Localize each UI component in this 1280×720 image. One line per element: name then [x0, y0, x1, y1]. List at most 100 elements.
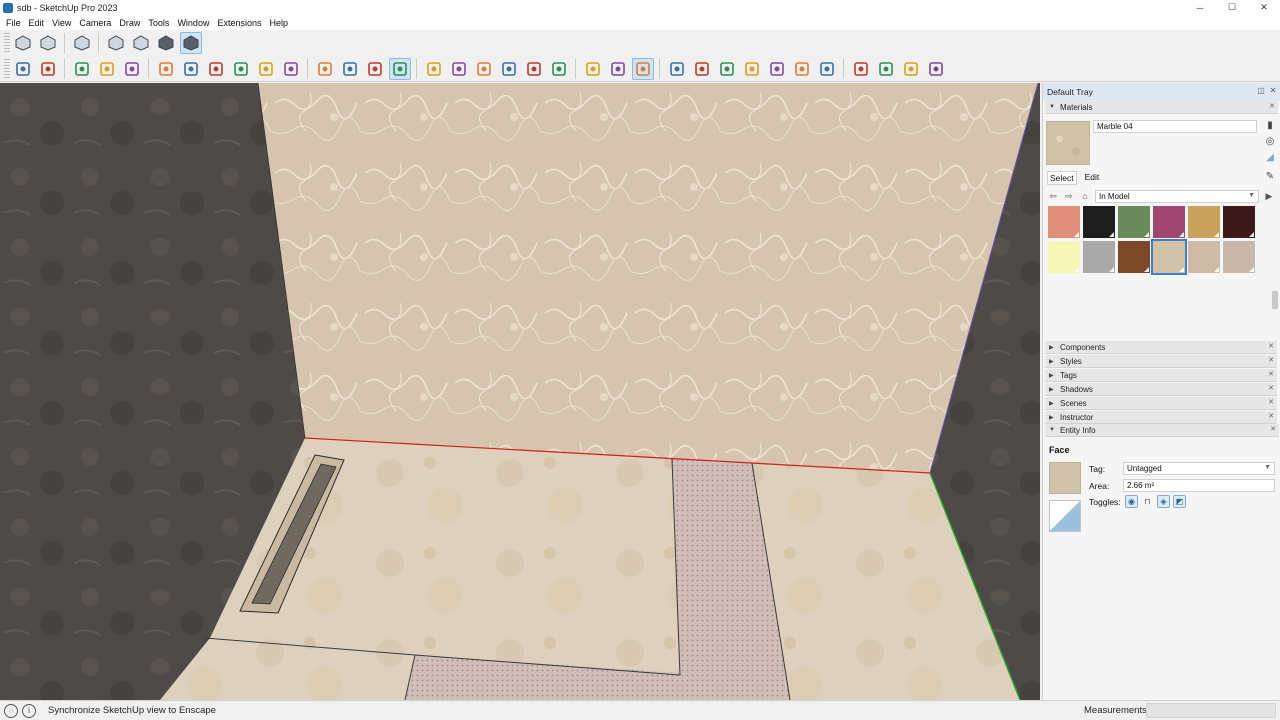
xray-style-icon[interactable]	[105, 32, 127, 54]
pencil-line-icon[interactable]	[96, 58, 118, 80]
create-material-icon[interactable]: ◎	[1264, 136, 1276, 148]
material-swatch[interactable]	[1151, 239, 1187, 275]
material-swatch[interactable]	[1048, 241, 1080, 273]
panel-close-icon[interactable]: ✕	[1270, 425, 1276, 433]
paint-bucket-icon[interactable]	[180, 58, 202, 80]
report-icon[interactable]	[741, 58, 763, 80]
cloud-icon[interactable]	[791, 58, 813, 80]
details-arrow-icon[interactable]: ▶	[1263, 191, 1275, 202]
panel-close-icon[interactable]: ✕	[1268, 356, 1274, 364]
menu-help[interactable]: Help	[265, 18, 292, 28]
library-select[interactable]: In Model ▼	[1095, 189, 1259, 203]
front-view-icon[interactable]	[71, 32, 93, 54]
menu-view[interactable]: View	[48, 18, 75, 28]
scene-canvas[interactable]	[0, 83, 1040, 700]
sandbox-icon[interactable]	[523, 58, 545, 80]
material-swatch[interactable]	[1048, 206, 1080, 238]
minimize-button[interactable]: ─	[1184, 0, 1216, 15]
material-swatch[interactable]	[1188, 206, 1220, 238]
area-field[interactable]: 2.66 m²	[1123, 479, 1275, 492]
material-swatch[interactable]	[1118, 206, 1150, 238]
user-account-icon[interactable]	[582, 58, 604, 80]
grid-icon[interactable]	[766, 58, 788, 80]
material-swatch[interactable]	[1223, 241, 1255, 273]
back-face-material[interactable]	[1049, 500, 1081, 532]
material-swatch[interactable]	[1118, 241, 1150, 273]
rotate-icon[interactable]	[230, 58, 252, 80]
search-icon[interactable]	[12, 58, 34, 80]
material-swatch[interactable]	[1083, 206, 1115, 238]
layers-icon[interactable]	[498, 58, 520, 80]
panel-close-icon[interactable]: ✕	[1268, 412, 1274, 420]
section-plane-icon[interactable]	[473, 58, 495, 80]
model-viewport[interactable]	[0, 83, 1040, 700]
pan-icon[interactable]	[388, 57, 411, 80]
geolocation-icon[interactable]: ◌	[4, 703, 18, 718]
tab-select[interactable]: Select	[1047, 171, 1077, 185]
tag-select[interactable]: Untagged ▼	[1123, 462, 1275, 475]
menu-camera[interactable]: Camera	[75, 18, 115, 28]
scale-icon[interactable]	[255, 58, 277, 80]
material-swatch[interactable]	[1153, 206, 1185, 238]
panel-header-tags[interactable]: ▶ Tags ✕	[1045, 369, 1277, 382]
material-swatch[interactable]	[1223, 206, 1255, 238]
zoom-extents-icon[interactable]	[448, 58, 470, 80]
tab-edit[interactable]: Edit	[1083, 171, 1102, 185]
maximize-button[interactable]: ☐	[1216, 0, 1248, 15]
extension-manager-icon[interactable]	[816, 58, 838, 80]
panel-header-shadows[interactable]: ▶ Shadows ✕	[1045, 383, 1277, 396]
warehouse-icon[interactable]	[607, 58, 629, 80]
panel-close-icon[interactable]: ✕	[1269, 102, 1275, 110]
top-view-icon[interactable]	[37, 32, 59, 54]
eraser-icon[interactable]	[71, 58, 93, 80]
front-face-material[interactable]	[1049, 462, 1081, 494]
panel-header-components[interactable]: ▶ Components ✕	[1045, 341, 1277, 354]
toolbar-grip[interactable]	[4, 33, 10, 53]
panel-close-icon[interactable]: ✕	[1268, 342, 1274, 350]
textured-style-icon[interactable]	[179, 32, 202, 54]
back-arrow-icon[interactable]: ⇦	[1047, 191, 1059, 202]
material-swatch[interactable]	[1083, 241, 1115, 273]
push-pull-icon[interactable]	[155, 58, 177, 80]
back-wall-face[interactable]	[258, 83, 1038, 473]
toolbar-grip[interactable]	[4, 58, 10, 79]
visible-toggle-icon[interactable]: ◉	[1125, 495, 1138, 508]
entity-info-panel-header[interactable]: ▼ Entity Info ✕	[1045, 424, 1279, 437]
close-button[interactable]: ✕	[1248, 0, 1280, 15]
select-arrow-icon[interactable]	[37, 58, 59, 80]
swatch-scrollbar[interactable]	[1272, 291, 1278, 309]
sample-paint-icon[interactable]: ▮	[1264, 120, 1276, 132]
panel-close-icon[interactable]: ✕	[1268, 384, 1274, 392]
add-location-icon[interactable]	[691, 58, 713, 80]
menu-edit[interactable]: Edit	[25, 18, 49, 28]
zoom-icon[interactable]	[423, 58, 445, 80]
materials-panel-header[interactable]: ▼ Materials ✕	[1045, 101, 1278, 114]
offset-icon[interactable]	[280, 58, 302, 80]
eyedropper-icon[interactable]: ✎	[1264, 171, 1276, 183]
receive-shadows-icon[interactable]: ◩	[1173, 495, 1186, 508]
measurements-input[interactable]	[1146, 703, 1276, 718]
move-icon[interactable]	[205, 58, 227, 80]
forward-arrow-icon[interactable]: ⇨	[1063, 191, 1075, 202]
lock-toggle-icon[interactable]: ⊓	[1141, 495, 1154, 508]
panel-close-icon[interactable]: ✕	[1268, 398, 1274, 406]
cast-shadows-icon[interactable]: ◈	[1157, 495, 1170, 508]
material-swatch[interactable]	[1188, 241, 1220, 273]
text-icon[interactable]	[339, 58, 361, 80]
shop-icon[interactable]	[900, 58, 922, 80]
info-icon[interactable]	[875, 58, 897, 80]
home-icon[interactable]: ⌂	[1079, 191, 1091, 201]
profile-icon[interactable]	[925, 58, 947, 80]
tape-measure-icon[interactable]	[314, 58, 336, 80]
info-icon[interactable]: i	[22, 703, 36, 718]
default-material-icon[interactable]: ◢	[1264, 152, 1276, 164]
shape-icon[interactable]	[121, 58, 143, 80]
panel-header-instructor[interactable]: ▶ Instructor ✕	[1045, 411, 1277, 424]
menu-draw[interactable]: Draw	[115, 18, 144, 28]
panel-header-scenes[interactable]: ▶ Scenes ✕	[1045, 397, 1277, 410]
orbit-icon[interactable]	[364, 58, 386, 80]
wireframe-style-icon[interactable]	[130, 32, 152, 54]
iso-view-icon[interactable]	[12, 32, 34, 54]
camera-icon[interactable]	[666, 58, 688, 80]
menu-tools[interactable]: Tools	[144, 18, 173, 28]
